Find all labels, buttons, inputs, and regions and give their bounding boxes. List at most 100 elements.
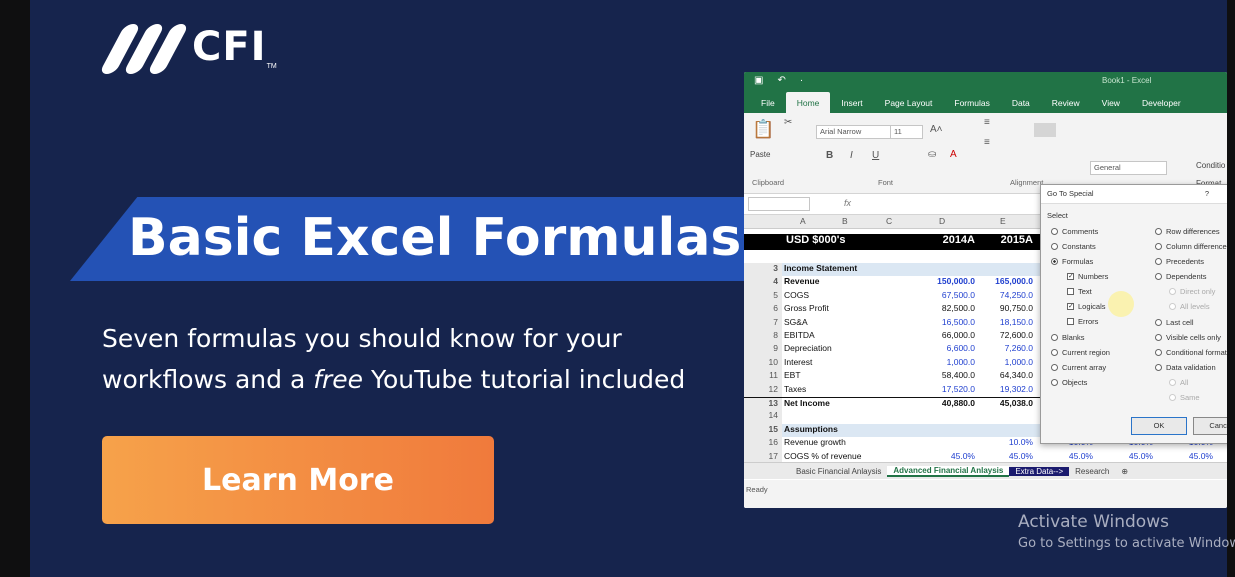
fill-color-icon: ⛀ [928, 149, 937, 160]
option-label: Conditional formats [1166, 348, 1227, 357]
row-number: 9 [744, 343, 782, 357]
option-label: Row differences [1166, 227, 1220, 236]
option-label: All levels [1180, 302, 1210, 311]
option-label: Dependents [1166, 272, 1207, 281]
dialog-cancel-button: Cancel [1193, 417, 1227, 435]
column-header-e: E [1000, 216, 1006, 226]
radio-icon [1155, 364, 1162, 371]
cfi-logo: CFI TM [98, 18, 277, 76]
radio-icon [1155, 243, 1162, 250]
radio-icon [1051, 379, 1058, 386]
cut-icon: ✂ [784, 117, 793, 128]
option-label: Objects [1062, 378, 1088, 387]
tab-insert: Insert [841, 98, 863, 108]
banner-title: Basic Excel Formulas [128, 208, 742, 268]
sheet-tab-research: Research [1075, 466, 1110, 476]
excel-ribbon: 📋 Paste ✂ Arial Narrow 11 A˄ B I U ⛀ A ≡… [744, 113, 1227, 194]
column-header-c: C [886, 216, 893, 226]
font-size-box: 11 [890, 125, 923, 139]
value-col-f: 45.0% [1068, 450, 1093, 461]
row-label: COGS [784, 289, 810, 300]
select-label: Select [1047, 211, 1068, 220]
redo-icon: · [799, 75, 804, 86]
watermark-line-1: Activate Windows [1018, 512, 1169, 532]
option-last-cell: Last cell [1155, 318, 1194, 327]
value-2014a: 66,000.0 [941, 330, 975, 340]
radio-icon [1155, 349, 1162, 356]
learn-more-button[interactable]: Learn More [102, 436, 494, 524]
option-label: Errors [1078, 317, 1099, 326]
row-label: EBT [784, 370, 801, 381]
group-alignment: Alignment [1010, 178, 1044, 187]
add-sheet-icon: ⊕ [1121, 466, 1129, 476]
option-current-region: Current region [1051, 348, 1110, 357]
value-2015a: 72,600.0 [999, 330, 1033, 340]
radio-icon [1169, 379, 1176, 386]
row-label: Net Income [784, 398, 830, 408]
row-number: 7 [744, 316, 782, 330]
name-box [748, 197, 810, 211]
value-2015a: 64,340.0 [999, 370, 1033, 381]
option-all-levels: All levels [1169, 302, 1210, 311]
option-label: Direct only [1180, 287, 1216, 296]
row-label: Interest [784, 356, 813, 367]
header-2015a: 2015A [1000, 234, 1033, 246]
excel-window-title: Book1 - Excel [1102, 76, 1152, 85]
row-number: 14 [744, 410, 782, 424]
row-label: COGS % of revenue [784, 450, 862, 461]
row-label: EBITDA [784, 330, 815, 340]
banner-subtitle: Seven formulas you should know for your … [102, 318, 742, 400]
radio-icon [1155, 319, 1162, 326]
option-label: Visible cells only [1166, 333, 1221, 342]
grow-font-icon: A˄ [930, 124, 943, 135]
option-label: Comments [1062, 227, 1099, 236]
italic-icon: I [850, 150, 853, 161]
option-label: Logicals [1078, 302, 1106, 311]
radio-icon [1155, 334, 1162, 341]
row-label: Revenue growth [784, 437, 846, 448]
excel-screenshot: ▣ ↶ · Book1 - Excel File Home Insert Pag… [744, 72, 1227, 508]
option-data-validation: Data validation [1155, 363, 1216, 372]
header-2014a: 2014A [942, 234, 975, 246]
status-ready: Ready [746, 485, 768, 494]
option-all: All [1169, 378, 1188, 387]
option-label: Last cell [1166, 318, 1194, 327]
column-header-a: A [800, 216, 806, 226]
checkbox-icon [1067, 288, 1074, 295]
option-numbers: ✓ Numbers [1067, 272, 1108, 281]
align-top-icon: ≡ [984, 117, 990, 128]
value-2014a: 17,520.0 [941, 383, 975, 394]
undo-icon: ↶ [777, 75, 786, 86]
option-label: Current array [1062, 363, 1107, 372]
row-number: 3 [744, 263, 782, 277]
row-label: Depreciation [784, 343, 832, 354]
paste-label: Paste [750, 150, 771, 159]
tab-view: View [1101, 98, 1120, 108]
row-label: Assumptions [784, 423, 838, 434]
option-column-differences: Column differences [1155, 242, 1227, 251]
value-2014a: 150,000.0 [937, 276, 975, 287]
option-errors: Errors [1067, 317, 1098, 326]
conditional-formatting-label: Conditio [1196, 161, 1226, 170]
subtitle-emphasis: free [313, 365, 364, 394]
radio-icon [1051, 243, 1058, 250]
fx-icon: fx [844, 198, 852, 208]
option-blanks: Blanks [1051, 333, 1085, 342]
column-header-b: B [842, 216, 848, 226]
tab-file: File [761, 98, 775, 108]
option-label: Current region [1062, 348, 1110, 357]
value-2015a: 165,000.0 [995, 276, 1033, 287]
row-number: 6 [744, 303, 782, 317]
underline-icon: U [872, 150, 880, 161]
row-label: Taxes [784, 383, 807, 394]
row-number: 10 [744, 356, 782, 371]
save-icon: ▣ [754, 75, 764, 86]
value-2014a: 1,000.0 [946, 356, 975, 367]
option-label: Formulas [1062, 257, 1094, 266]
help-icon: ? [1204, 189, 1209, 198]
align-left-icon: ≡ [984, 137, 990, 148]
option-label: Constants [1062, 242, 1096, 251]
row-label: Revenue [784, 276, 820, 287]
font-color-icon: A [950, 149, 957, 160]
dialog-title: Go To Special [1047, 189, 1094, 198]
